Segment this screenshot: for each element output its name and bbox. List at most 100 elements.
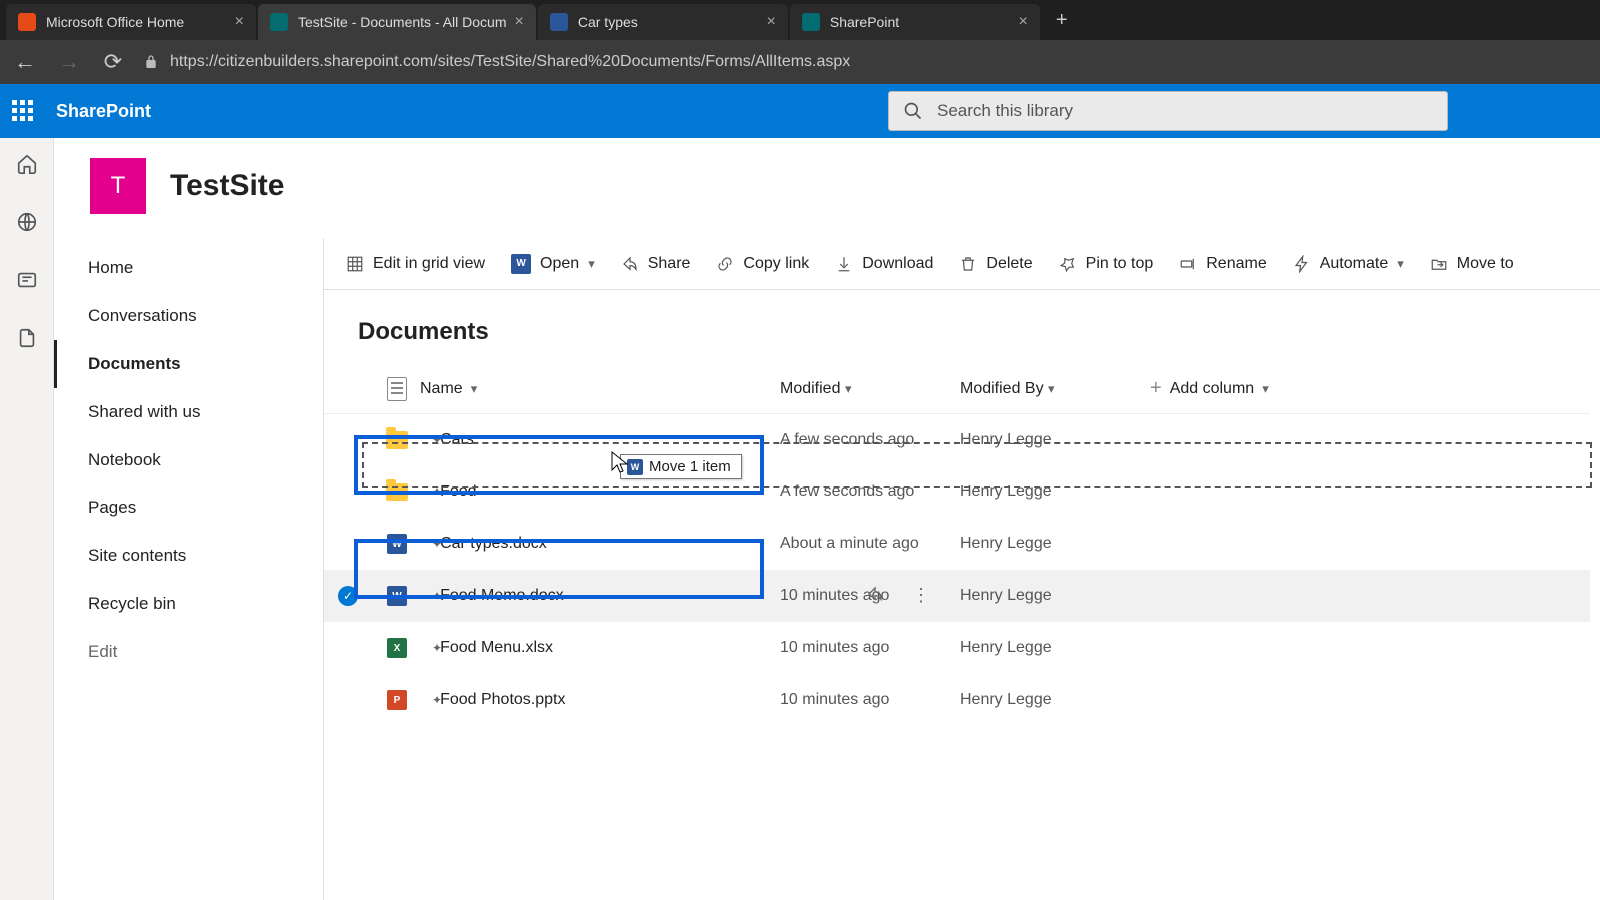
browser-reload-button[interactable]: ⟳ [98,49,128,75]
chevron-down-icon: ▾ [1262,381,1269,397]
nav-edit[interactable]: Edit [54,628,323,676]
cmd-open[interactable]: W Open ▾ [511,254,595,274]
favicon-sharepoint-icon [802,13,820,31]
tab-close-icon[interactable]: × [767,13,776,31]
drag-tooltip: W Move 1 item [620,454,742,479]
new-tab-button[interactable]: + [1042,9,1082,32]
download-icon [835,255,853,273]
favicon-sharepoint-icon [270,13,288,31]
search-placeholder: Search this library [937,101,1073,121]
nav-pages[interactable]: Pages [54,484,323,532]
new-indicator-icon: ✦ [432,589,442,603]
left-nav: Home Conversations Documents Shared with… [54,238,324,900]
cmd-pin-to-top[interactable]: Pin to top [1059,255,1154,273]
word-file-icon: W [387,534,407,554]
tab-close-icon[interactable]: × [235,13,244,31]
cmd-edit-grid[interactable]: Edit in grid view [346,255,485,273]
more-actions-icon[interactable]: ⋮ [912,585,930,608]
nav-shared-with-us[interactable]: Shared with us [54,388,323,436]
share-icon [621,255,639,273]
nav-home[interactable]: Home [54,244,323,292]
chevron-down-icon: ▾ [1397,256,1404,272]
command-bar: Edit in grid view W Open ▾ Share Copy li… [324,238,1600,290]
table-header: Name ▾ Modified ▾ Modified By ▾ + Add co… [324,364,1590,414]
browser-tab[interactable]: Car types × [538,4,788,40]
table-row[interactable]: X ✦Food Menu.xlsx 10 minutes ago Henry L… [324,622,1590,674]
word-file-icon: W [387,586,407,606]
browser-tab-active[interactable]: TestSite - Documents - All Docum × [258,4,536,40]
col-header-type[interactable] [374,377,420,401]
suite-bar: SharePoint Search this library [0,84,1600,138]
files-icon[interactable] [15,326,39,350]
content-area: Edit in grid view W Open ▾ Share Copy li… [324,238,1600,900]
selected-check-icon[interactable]: ✓ [338,586,358,606]
table-row-selected[interactable]: ✓ W ✦Food Memo.docx ⋮ 10 minutes ago Hen… [324,570,1590,622]
delete-icon [959,255,977,273]
url-text: https://citizenbuilders.sharepoint.com/s… [170,53,850,71]
chevron-down-icon: ▾ [1048,381,1055,396]
powerpoint-file-icon: P [387,690,407,710]
browser-tab-strip: Microsoft Office Home × TestSite - Docum… [0,0,1600,40]
cmd-delete[interactable]: Delete [959,255,1032,273]
cmd-share[interactable]: Share [621,255,691,273]
folder-icon [386,483,408,501]
automate-icon [1293,255,1311,273]
chevron-down-icon: ▾ [588,256,595,272]
tab-title: Microsoft Office Home [46,14,227,30]
browser-forward-button[interactable]: → [54,49,84,75]
moveto-icon [1430,255,1448,273]
document-icon [387,377,407,401]
app-launcher-icon[interactable] [12,100,34,122]
table-row[interactable]: P ✦Food Photos.pptx 10 minutes ago Henry… [324,674,1590,726]
favicon-office-icon [18,13,36,31]
col-header-modified-by[interactable]: Modified By ▾ [960,380,1150,398]
nav-recycle-bin[interactable]: Recycle bin [54,580,323,628]
rename-icon [1179,255,1197,273]
favicon-word-icon [550,13,568,31]
site-logo[interactable]: T [90,158,146,214]
table-row-drop-target[interactable]: ✦Food A few seconds ago Henry Legge [324,466,1590,518]
plus-icon: + [1150,377,1162,400]
tab-title: TestSite - Documents - All Docum [298,14,507,30]
table-row[interactable]: W ✦Car types.docx About a minute ago Hen… [324,518,1590,570]
col-header-add-column[interactable]: + Add column ▾ [1150,377,1330,400]
home-icon[interactable] [15,152,39,176]
new-indicator-icon: ✦ [432,485,442,499]
site-title[interactable]: TestSite [170,169,284,203]
table-row[interactable]: ✦Cars A few seconds ago Henry Legge [324,414,1590,466]
news-icon[interactable] [15,268,39,292]
cmd-download[interactable]: Download [835,255,933,273]
lock-icon [142,53,160,71]
browser-tab[interactable]: Microsoft Office Home × [6,4,256,40]
new-indicator-icon: ✦ [432,537,442,551]
new-indicator-icon: ✦ [432,433,442,447]
browser-tab[interactable]: SharePoint × [790,4,1040,40]
suite-app-name[interactable]: SharePoint [56,101,151,122]
nav-notebook[interactable]: Notebook [54,436,323,484]
browser-back-button[interactable]: ← [10,49,40,75]
browser-url-field[interactable]: https://citizenbuilders.sharepoint.com/s… [142,53,1590,71]
col-header-modified[interactable]: Modified ▾ [780,380,960,398]
library-title: Documents [324,290,1600,364]
tab-close-icon[interactable]: × [1019,13,1028,31]
tab-close-icon[interactable]: × [515,13,524,31]
chevron-down-icon: ▾ [471,381,478,397]
nav-conversations[interactable]: Conversations [54,292,323,340]
globe-icon[interactable] [15,210,39,234]
browser-address-bar: ← → ⟳ https://citizenbuilders.sharepoint… [0,40,1600,84]
app-rail [0,138,54,900]
cmd-rename[interactable]: Rename [1179,255,1266,273]
word-icon: W [511,254,531,274]
document-table: Name ▾ Modified ▾ Modified By ▾ + Add co… [324,364,1600,726]
nav-site-contents[interactable]: Site contents [54,532,323,580]
cmd-move-to[interactable]: Move to [1430,255,1514,273]
nav-documents[interactable]: Documents [54,340,323,388]
new-indicator-icon: ✦ [432,641,442,655]
search-input[interactable]: Search this library [888,91,1448,131]
cursor-icon [610,450,630,479]
cmd-automate[interactable]: Automate ▾ [1293,255,1404,273]
new-indicator-icon: ✦ [432,693,442,707]
share-row-icon[interactable] [866,585,884,608]
cmd-copy-link[interactable]: Copy link [716,255,809,273]
col-header-name[interactable]: Name ▾ [420,380,780,398]
